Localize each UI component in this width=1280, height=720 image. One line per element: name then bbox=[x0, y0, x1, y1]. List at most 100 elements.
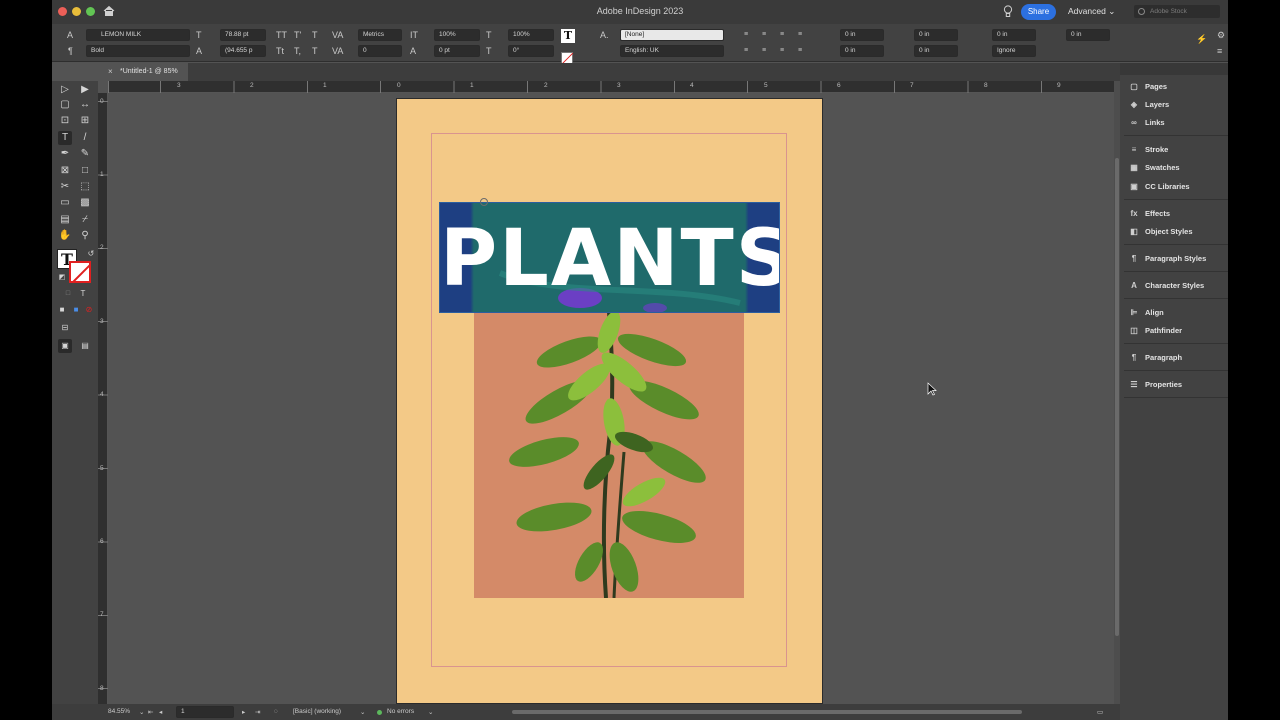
last-page-icon[interactable]: ⇥ bbox=[255, 708, 260, 716]
panels-dock-header[interactable] bbox=[1120, 63, 1228, 75]
adobe-stock-search[interactable]: Adobe Stock bbox=[1134, 5, 1220, 18]
direct-selection-tool-icon[interactable]: ▶ bbox=[78, 83, 92, 97]
gear-icon[interactable]: ⚙ bbox=[1217, 30, 1225, 40]
underline-icon[interactable]: T bbox=[312, 30, 318, 40]
left-indent-field[interactable]: 0 in bbox=[840, 29, 884, 41]
align-center-icon[interactable]: ≡ bbox=[762, 30, 766, 40]
text-fill-swatch[interactable]: T bbox=[561, 29, 575, 43]
normal-view-icon[interactable]: ▣ bbox=[58, 339, 72, 353]
free-transform-tool-icon[interactable]: ⬚ bbox=[78, 180, 92, 194]
page-tool-icon[interactable]: ▢ bbox=[58, 98, 72, 112]
panel-pages[interactable]: ▢ Pages bbox=[1128, 80, 1167, 94]
horizontal-scroll-thumb[interactable] bbox=[512, 710, 1022, 714]
selection-tool-icon[interactable]: ▷ bbox=[58, 83, 72, 97]
space-before-field[interactable]: 0 in bbox=[992, 29, 1036, 41]
anchor-point-handle[interactable] bbox=[480, 198, 488, 206]
align-right-icon[interactable]: ≡ bbox=[780, 30, 784, 40]
layout-icon[interactable]: ▭ bbox=[1097, 708, 1103, 716]
panel-layers[interactable]: ◈ Layers bbox=[1128, 98, 1169, 112]
share-button[interactable]: Share bbox=[1021, 4, 1056, 20]
gap-tool-icon[interactable]: ↔ bbox=[78, 98, 92, 112]
apply-gradient-icon[interactable]: ■ bbox=[69, 303, 83, 317]
font-size-field[interactable]: 78.88 pt bbox=[220, 29, 266, 41]
skew-field[interactable]: 0° bbox=[508, 45, 554, 57]
tracking-field[interactable]: 0 bbox=[358, 45, 402, 57]
chevron-down-icon[interactable]: ⌄ bbox=[428, 708, 433, 716]
panel-properties[interactable]: ☰ Properties bbox=[1128, 378, 1182, 392]
type-tool-icon[interactable]: T bbox=[58, 131, 72, 145]
eyedropper-tool-icon[interactable]: ⌿ bbox=[78, 213, 92, 227]
panel-swatches[interactable]: ▦ Swatches bbox=[1128, 161, 1179, 175]
justify-left-icon[interactable]: ≡ bbox=[798, 30, 802, 40]
panel-align[interactable]: ⊫ Align bbox=[1128, 306, 1164, 320]
panel-stroke[interactable]: ≡ Stroke bbox=[1128, 143, 1169, 157]
font-style-field[interactable]: Bold bbox=[86, 45, 190, 57]
vertical-scroll-thumb[interactable] bbox=[1115, 158, 1119, 636]
open-page-icon[interactable]: ◌ bbox=[274, 708, 278, 715]
apply-none-icon[interactable]: ⊘ bbox=[82, 303, 96, 317]
lightning-icon[interactable]: ⚡ bbox=[1196, 34, 1207, 44]
chevron-down-icon[interactable]: ⌄ bbox=[139, 708, 144, 716]
subscript-icon[interactable]: T, bbox=[294, 46, 301, 56]
strikethrough-icon[interactable]: T bbox=[312, 46, 318, 56]
gradient-swatch-tool-icon[interactable]: ▭ bbox=[58, 196, 72, 210]
headline-text[interactable]: PLANTS bbox=[440, 209, 779, 309]
scissors-tool-icon[interactable]: ✂ bbox=[58, 180, 72, 194]
panel-cc-libraries[interactable]: ▣ CC Libraries bbox=[1128, 180, 1189, 194]
swap-fill-stroke-icon[interactable]: ↺ bbox=[84, 247, 98, 261]
rectangle-frame-tool-icon[interactable]: ⊠ bbox=[58, 164, 72, 178]
language-field[interactable]: English: UK bbox=[620, 45, 724, 57]
panel-effects[interactable]: fx Effects bbox=[1128, 207, 1170, 221]
menu-icon[interactable]: ≡ bbox=[1217, 46, 1222, 56]
horizontal-ruler[interactable]: 3 2 1 0 1 2 3 4 5 6 7 8 9 bbox=[108, 81, 1114, 93]
gradient-feather-tool-icon[interactable]: ▩ bbox=[78, 196, 92, 210]
formatting-text-icon[interactable]: T bbox=[76, 287, 90, 301]
justify-all-icon[interactable]: ≡ bbox=[780, 46, 784, 56]
hand-tool-icon[interactable]: ✋ bbox=[58, 229, 72, 243]
zoom-tool-icon[interactable]: ⚲ bbox=[78, 229, 92, 243]
pencil-tool-icon[interactable]: ✎ bbox=[78, 147, 92, 161]
screen-mode-icon[interactable]: ⊟ bbox=[58, 321, 72, 335]
line-tool-icon[interactable]: / bbox=[78, 131, 92, 145]
first-line-indent-field[interactable]: 0 in bbox=[840, 45, 884, 57]
small-caps-icon[interactable]: Tt bbox=[276, 46, 284, 56]
vertical-ruler[interactable]: 0 1 2 3 4 5 6 7 8 bbox=[98, 93, 108, 704]
preflight-profile[interactable]: [Basic] (working) bbox=[293, 708, 341, 715]
preview-mode-icon[interactable]: ▤ bbox=[78, 339, 92, 353]
panel-character-styles[interactable]: A Character Styles bbox=[1128, 279, 1204, 293]
apply-color-icon[interactable]: ■ bbox=[55, 303, 69, 317]
plant-image-frame[interactable] bbox=[474, 312, 744, 598]
formatting-container-icon[interactable]: □ bbox=[61, 287, 75, 301]
paragraph-mode-icon[interactable]: ¶ bbox=[68, 46, 73, 56]
next-page-icon[interactable]: ▸ bbox=[242, 708, 245, 716]
panel-links[interactable]: ∞ Links bbox=[1128, 116, 1164, 130]
content-collector-icon[interactable]: ⊡ bbox=[58, 114, 72, 128]
hyphen-field[interactable]: Ignore bbox=[992, 45, 1036, 57]
font-family-field[interactable]: LEMON MILK bbox=[86, 29, 190, 41]
first-page-icon[interactable]: ⇤ bbox=[148, 708, 153, 716]
baseline-shift-field[interactable]: 0 pt bbox=[434, 45, 480, 57]
zoom-level[interactable]: 84.55% bbox=[108, 708, 130, 715]
kerning-field[interactable]: Metrics bbox=[358, 29, 402, 41]
lightbulb-icon[interactable] bbox=[1003, 5, 1013, 18]
all-caps-icon[interactable]: TT bbox=[276, 30, 287, 40]
panel-paragraph[interactable]: ¶ Paragraph bbox=[1128, 351, 1182, 365]
align-spine-icon[interactable]: ≡ bbox=[798, 46, 802, 56]
superscript-icon[interactable]: T' bbox=[294, 30, 301, 40]
stroke-swatch-icon[interactable] bbox=[69, 261, 91, 283]
headline-text-frame[interactable]: PLANTS bbox=[439, 202, 780, 313]
right-indent-field[interactable]: 0 in bbox=[914, 29, 958, 41]
panel-object-styles[interactable]: ◧ Object Styles bbox=[1128, 225, 1192, 239]
justify-center-icon[interactable]: ≡ bbox=[744, 46, 748, 56]
justify-right-icon[interactable]: ≡ bbox=[762, 46, 766, 56]
previous-page-icon[interactable]: ◂ bbox=[159, 708, 162, 716]
note-tool-icon[interactable]: ▤ bbox=[58, 213, 72, 227]
horizontal-scale-field[interactable]: 100% bbox=[508, 29, 554, 41]
workspace-switcher[interactable]: Advanced ⌄ bbox=[1068, 6, 1115, 17]
content-placer-icon[interactable]: ⊞ bbox=[78, 114, 92, 128]
leading-field[interactable]: (94.655 p bbox=[220, 45, 266, 57]
last-line-indent-field[interactable]: 0 in bbox=[914, 45, 958, 57]
rectangle-tool-icon[interactable]: □ bbox=[78, 164, 92, 178]
pen-tool-icon[interactable]: ✒ bbox=[58, 147, 72, 161]
vertical-scale-field[interactable]: 100% bbox=[434, 29, 480, 41]
